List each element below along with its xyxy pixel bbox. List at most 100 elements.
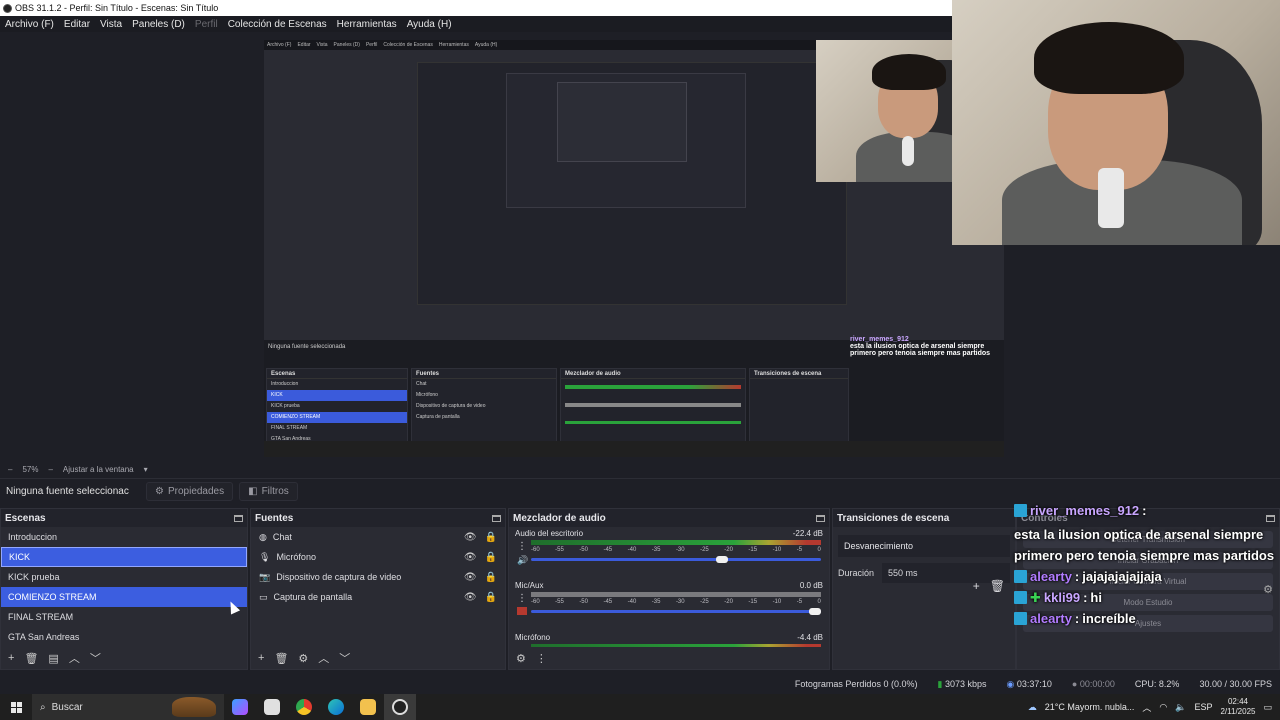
volume-slider[interactable] [531, 558, 821, 561]
visibility-eye-icon[interactable]: 👁 [464, 552, 477, 563]
nested-scene-row: COMIENZO STREAM [267, 412, 407, 423]
move-down-icon[interactable]: ﹀ [90, 650, 101, 666]
source-item[interactable]: 🎙 Micrófono 👁 🔒 [251, 547, 505, 567]
store-icon[interactable] [256, 694, 288, 720]
source-item[interactable]: ▭ Captura de pantalla 👁 🔒 [251, 587, 505, 607]
weather-text[interactable]: 21°C Mayorm. nubla... [1045, 702, 1135, 712]
chrome-icon[interactable] [288, 694, 320, 720]
windows-logo-icon [10, 701, 22, 713]
zoom-out-button[interactable]: – [8, 465, 12, 474]
mixer-menu-icon[interactable]: ⋮ [536, 652, 547, 665]
move-down-icon[interactable]: ﹀ [339, 650, 350, 666]
menu-editar[interactable]: Editar [59, 19, 95, 30]
menu-vista[interactable]: Vista [95, 19, 127, 30]
audio-mixer-dock: Mezclador de audio Audio del escritorio -… [508, 508, 830, 670]
kick-badge-icon [1014, 570, 1027, 583]
scenes-title: Escenas [5, 512, 46, 524]
record-icon: ● [1071, 679, 1078, 689]
scene-item[interactable]: GTA San Andreas [1, 627, 247, 647]
nested-source-row: Captura de pantalla [416, 414, 460, 420]
preview-canvas[interactable]: Archivo (F) Editar Vista Paneles (D) Per… [264, 40, 1004, 457]
tray-chevron-icon[interactable]: ︿ [1142, 701, 1151, 714]
undock-icon[interactable] [816, 514, 825, 522]
nested-preview-3 [557, 82, 687, 162]
move-up-icon[interactable]: ︿ [318, 650, 329, 666]
lock-icon[interactable]: 🔒 [485, 592, 497, 603]
menu-ayuda[interactable]: Ayuda (H) [402, 19, 457, 30]
level-meter [531, 592, 821, 597]
lock-icon[interactable]: 🔒 [485, 532, 497, 543]
menu-archivo[interactable]: Archivo (F) [0, 19, 59, 30]
filters-button[interactable]: ◧ Filtros [239, 482, 298, 501]
scene-item[interactable]: KICK prueba [1, 567, 247, 587]
lock-icon[interactable]: 🔒 [485, 552, 497, 563]
scene-item[interactable]: FINAL STREAM [1, 607, 247, 627]
properties-button[interactable]: ⚙ Propiedades [146, 482, 234, 501]
fit-dropdown-icon[interactable]: ▾ [144, 465, 148, 474]
nested-preview-1 [417, 62, 847, 305]
menu-herramientas[interactable]: Herramientas [332, 19, 402, 30]
channel-menu-icon[interactable]: ⋮ [517, 541, 527, 552]
webcam-overlay [952, 0, 1280, 245]
source-item[interactable]: 📷 Dispositivo de captura de video 👁 🔒 [251, 567, 505, 587]
chat-username: kkli99 [1043, 590, 1081, 605]
visibility-eye-icon[interactable]: 👁 [464, 572, 477, 583]
windows-taskbar: ⌕ Buscar ☁ 21°C Mayorm. nubla... ︿ ◠ 🔈 E… [0, 694, 1280, 720]
stream-time: ◉ 03:37:10 [1006, 678, 1052, 689]
volume-knob[interactable] [716, 556, 729, 563]
scene-item[interactable]: KICK [1, 547, 247, 567]
nested-scene-row: KICK [267, 390, 407, 401]
add-transition-icon[interactable]: + [973, 579, 980, 593]
volume-knob[interactable] [809, 608, 822, 615]
clock[interactable]: 02:44 2/11/2025 [1220, 697, 1255, 717]
channel-menu-icon[interactable]: ⋮ [517, 593, 527, 604]
transition-select[interactable]: Desvanecimiento [838, 535, 1010, 557]
search-icon: ⌕ [40, 701, 46, 713]
taskbar-search[interactable]: ⌕ Buscar [32, 694, 224, 720]
cpu-usage: CPU: 8.2% [1134, 679, 1180, 689]
remove-scene-icon[interactable]: 🗑 [24, 652, 38, 665]
mixer-channel: Mic/Aux 0.0 dB ⋮ -60 -55 -50 -45 -40 -35 -30 -25… [509, 579, 829, 631]
zoom-level: 57% [22, 464, 39, 474]
start-button[interactable] [0, 701, 32, 713]
edge-icon[interactable] [320, 694, 352, 720]
source-properties-icon[interactable]: ⚙ [298, 652, 308, 665]
menu-coleccion-escenas[interactable]: Colección de Escenas [223, 19, 332, 30]
mute-indicator-icon[interactable] [517, 607, 527, 615]
advanced-audio-icon[interactable]: ⚙ [516, 652, 526, 665]
add-source-icon[interactable]: + [258, 652, 264, 664]
remove-source-icon[interactable]: 🗑 [274, 652, 288, 665]
undock-icon[interactable] [234, 514, 243, 522]
zoom-in-button[interactable]: – [48, 465, 52, 474]
channel-name: Mic/Aux [515, 581, 544, 590]
volume-icon[interactable]: 🔈 [1175, 702, 1186, 713]
microphone-icon: 🎙 [259, 551, 271, 562]
add-scene-icon[interactable]: + [8, 652, 14, 664]
clock-date: 2/11/2025 [1220, 707, 1256, 716]
nested-chat-overlay: river_memes_912 esta la ilusion optica d… [850, 336, 1004, 357]
obs-taskbar-icon[interactable] [384, 694, 416, 720]
scene-filters-icon[interactable]: ▤ [48, 652, 58, 665]
undock-icon[interactable] [492, 514, 501, 522]
visibility-eye-icon[interactable]: 👁 [464, 532, 477, 543]
notifications-icon[interactable]: ▭ [1263, 702, 1272, 713]
mixer-title: Mezclador de audio [513, 512, 606, 524]
visibility-eye-icon[interactable]: 👁 [464, 592, 477, 603]
fit-window-label[interactable]: Ajustar a la ventana [63, 465, 134, 474]
file-explorer-icon[interactable] [352, 694, 384, 720]
preview-area[interactable]: Archivo (F) Editar Vista Paneles (D) Per… [0, 0, 1280, 462]
language-indicator[interactable]: ESP [1194, 702, 1212, 712]
volume-slider[interactable] [531, 610, 821, 613]
scene-item[interactable]: Introduccion [1, 527, 247, 547]
source-item[interactable]: ◍ Chat 👁 🔒 [251, 527, 505, 547]
wifi-icon[interactable]: ◠ [1159, 702, 1167, 713]
lock-icon[interactable]: 🔒 [485, 572, 497, 583]
scene-item[interactable]: COMIENZO STREAM [1, 587, 247, 607]
move-up-icon[interactable]: ︿ [69, 650, 80, 666]
remove-transition-icon[interactable]: 🗑 [990, 579, 1005, 593]
menu-paneles[interactable]: Paneles (D) [127, 19, 190, 30]
menu-perfil[interactable]: Perfil [190, 19, 223, 30]
speaker-icon[interactable]: 🔊 [517, 555, 528, 566]
nested-menu-item: Ayuda (H) [474, 42, 498, 48]
copilot-icon[interactable] [224, 694, 256, 720]
